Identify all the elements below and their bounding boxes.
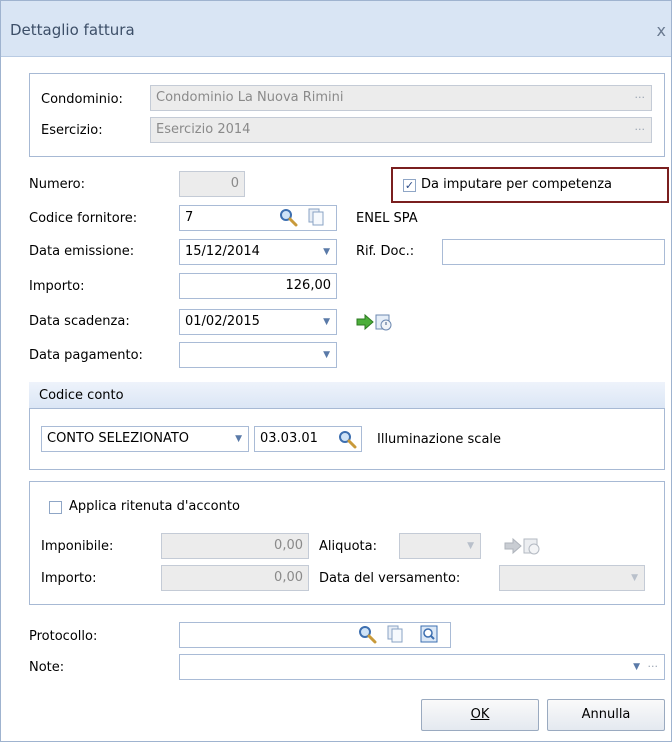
emissione-label: Data emissione:: [29, 244, 135, 259]
arrow-right-icon: [504, 537, 522, 555]
fornitore-label: Codice fornitore:: [29, 211, 138, 226]
ritenuta-importo-value: 0,00: [274, 570, 303, 585]
pagamento-label: Data pagamento:: [29, 348, 143, 363]
scadenza-label: Data scadenza:: [29, 314, 130, 329]
imponibile-label: Imponibile:: [41, 539, 114, 554]
ritenuta-checkbox[interactable]: [49, 501, 62, 514]
window-title: Dettaglio fattura: [10, 21, 135, 39]
rifdoc-label: Rif. Doc.:: [356, 244, 415, 259]
fornitore-name: ENEL SPA: [356, 211, 418, 226]
ellipsis-icon[interactable]: ···: [635, 118, 646, 142]
search-icon[interactable]: [357, 624, 377, 644]
conto-codice-value: 03.03.01: [260, 431, 318, 446]
imponibile-field[interactable]: 0,00: [161, 533, 309, 559]
emissione-field[interactable]: 15/12/2014 ▼: [179, 239, 337, 265]
esercizio-label: Esercizio:: [41, 123, 103, 138]
versamento-label: Data del versamento:: [319, 571, 461, 586]
importo-field[interactable]: 126,00: [179, 273, 337, 299]
copy-doc-icon[interactable]: [385, 624, 405, 644]
importo-value: 126,00: [285, 278, 332, 293]
ellipsis-icon[interactable]: ···: [648, 655, 659, 679]
calendar-icon[interactable]: [373, 312, 393, 332]
scadenza-value: 01/02/2015: [185, 314, 260, 329]
ritenuta-importo-label: Importo:: [41, 571, 97, 586]
esercizio-value: Esercizio 2014: [156, 122, 251, 137]
competenza-label: Da imputare per competenza: [421, 177, 612, 192]
note-field[interactable]: ▼ ···: [179, 654, 665, 680]
dropdown-caret-icon[interactable]: ▼: [235, 427, 242, 451]
numero-label: Numero:: [29, 177, 86, 192]
ritenuta-checkbox-label: Applica ritenuta d'acconto: [69, 499, 240, 514]
protocollo-label: Protocollo:: [29, 629, 98, 644]
dropdown-caret-icon[interactable]: ▼: [323, 310, 330, 334]
codice-conto-header: Codice conto: [29, 382, 665, 409]
dropdown-caret-icon[interactable]: ▼: [631, 566, 638, 590]
aliquota-label: Aliquota:: [319, 539, 378, 554]
annulla-button[interactable]: Annulla: [547, 699, 665, 731]
copy-doc-icon[interactable]: [306, 207, 326, 227]
conto-tipo-value: CONTO SELEZIONATO: [47, 431, 190, 446]
condominio-label: Condominio:: [41, 92, 123, 107]
invoice-detail-window: Dettaglio fattura x Condominio: Condomin…: [0, 0, 672, 742]
esercizio-field[interactable]: Esercizio 2014 ···: [150, 117, 652, 143]
title-bar: Dettaglio fattura x: [1, 1, 671, 57]
dropdown-caret-icon[interactable]: ▼: [323, 343, 330, 367]
numero-field[interactable]: 0: [179, 171, 245, 197]
condominio-field[interactable]: Condominio La Nuova Rimini ···: [150, 85, 652, 111]
aliquota-select[interactable]: ▼: [399, 533, 481, 559]
importo-label: Importo:: [29, 279, 85, 294]
calendar-icon: [523, 538, 540, 555]
scadenza-field[interactable]: 01/02/2015 ▼: [179, 309, 337, 335]
emissione-value: 15/12/2014: [185, 244, 260, 259]
arrow-right-icon[interactable]: [355, 312, 375, 332]
dropdown-caret-icon[interactable]: ▼: [467, 534, 474, 558]
condominio-value: Condominio La Nuova Rimini: [156, 90, 344, 105]
imponibile-value: 0,00: [274, 538, 303, 553]
note-label: Note:: [29, 660, 65, 675]
competenza-checkbox[interactable]: ✓: [403, 179, 416, 192]
ritenuta-importo-field[interactable]: 0,00: [161, 565, 309, 591]
rifdoc-field[interactable]: [442, 239, 665, 265]
pagamento-field[interactable]: ▼: [179, 342, 337, 368]
ok-button[interactable]: OK: [421, 699, 539, 731]
conto-descrizione: Illuminazione scale: [377, 432, 502, 447]
search-icon[interactable]: [337, 429, 357, 449]
numero-value: 0: [230, 176, 239, 191]
fornitore-value: 7: [185, 210, 194, 225]
ellipsis-icon[interactable]: ···: [635, 86, 646, 110]
preview-icon[interactable]: [419, 624, 439, 644]
close-icon[interactable]: x: [657, 21, 666, 40]
dropdown-caret-icon[interactable]: ▼: [323, 240, 330, 264]
protocollo-field[interactable]: [179, 622, 451, 648]
versamento-select[interactable]: ▼: [499, 565, 645, 591]
dropdown-caret-icon[interactable]: ▼: [633, 655, 640, 679]
conto-tipo-select[interactable]: CONTO SELEZIONATO ▼: [41, 426, 249, 452]
search-icon[interactable]: [278, 207, 298, 227]
codice-conto-title: Codice conto: [39, 388, 124, 403]
